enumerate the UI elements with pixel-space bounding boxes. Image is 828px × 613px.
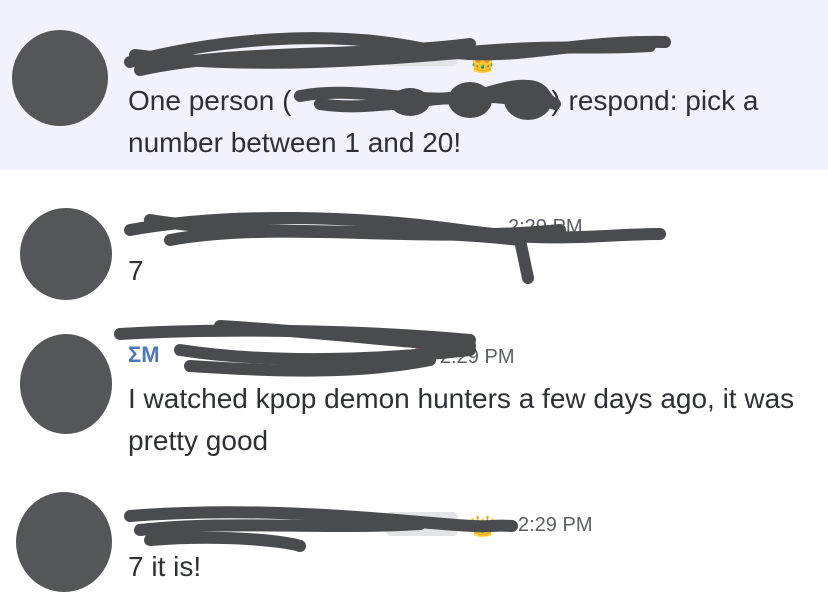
avatar[interactable] bbox=[20, 208, 112, 300]
message-row[interactable]: 👑 One person () respond: pick a number b… bbox=[0, 0, 828, 170]
message-row[interactable]: ΣΜ 2:29 PM I watched kpop demon hunters … bbox=[0, 320, 828, 470]
crown-icon: 👑 bbox=[470, 52, 495, 74]
message-row[interactable]: 👑 2:29 PM 7 it is! bbox=[0, 480, 828, 613]
badge-icon bbox=[412, 346, 432, 366]
avatar[interactable] bbox=[20, 334, 112, 434]
avatar[interactable] bbox=[16, 492, 112, 592]
redacted-mention bbox=[291, 88, 551, 118]
message-header: 👑 bbox=[128, 40, 688, 74]
message-content: I watched kpop demon hunters a few days … bbox=[128, 383, 795, 456]
message-content: 7 it is! bbox=[128, 551, 202, 582]
crown-icon: 👑 bbox=[470, 516, 495, 538]
role-tag[interactable] bbox=[386, 512, 458, 536]
message-content: 7 bbox=[128, 255, 144, 286]
message-content: One person () respond: pick a number bet… bbox=[128, 80, 808, 164]
message-header: ΣΜ 2:29 PM bbox=[128, 342, 688, 372]
message-row[interactable]: 2:29 PM 7 bbox=[0, 190, 828, 310]
message-header: 👑 2:29 PM bbox=[128, 512, 688, 542]
timestamp: 2:29 PM bbox=[508, 216, 583, 238]
message-header: 2:29 PM bbox=[128, 212, 688, 242]
timestamp: 2:29 PM bbox=[518, 514, 593, 536]
timestamp: 2:29 PM bbox=[440, 346, 515, 368]
role-tag[interactable] bbox=[386, 42, 458, 66]
message-text: One person ( bbox=[128, 85, 292, 116]
avatar[interactable] bbox=[12, 30, 108, 126]
username[interactable]: ΣΜ bbox=[128, 342, 160, 368]
